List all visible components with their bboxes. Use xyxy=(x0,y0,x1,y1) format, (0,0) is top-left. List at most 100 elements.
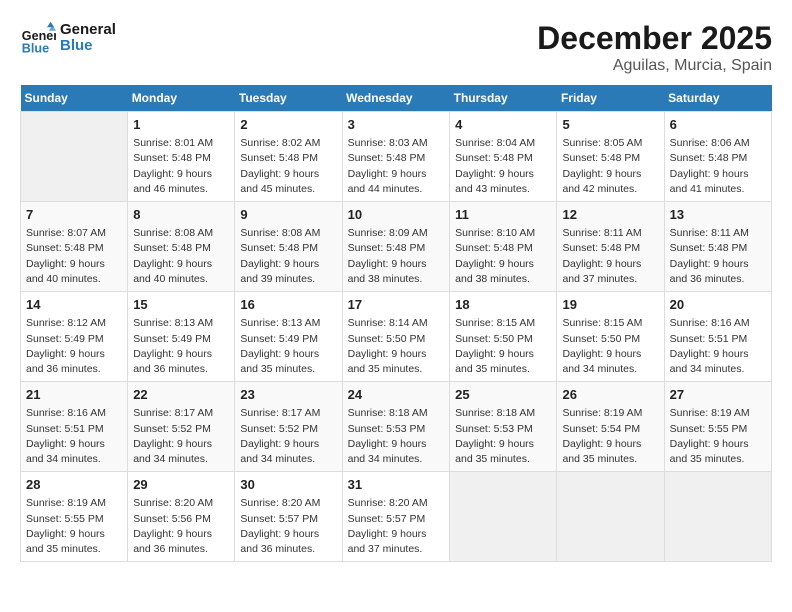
calendar-cell xyxy=(21,112,128,202)
day-info: Sunrise: 8:03 AM Sunset: 5:48 PM Dayligh… xyxy=(348,136,445,197)
calendar-cell: 21 Sunrise: 8:16 AM Sunset: 5:51 PM Dayli… xyxy=(21,382,128,472)
day-number: 21 xyxy=(26,386,122,404)
day-info: Sunrise: 8:05 AM Sunset: 5:48 PM Dayligh… xyxy=(562,136,658,197)
calendar: SundayMondayTuesdayWednesdayThursdayFrid… xyxy=(20,85,772,562)
day-info: Sunrise: 8:15 AM Sunset: 5:50 PM Dayligh… xyxy=(455,316,551,377)
calendar-cell: 15 Sunrise: 8:13 AM Sunset: 5:49 PM Dayli… xyxy=(128,292,235,382)
calendar-header-row: SundayMondayTuesdayWednesdayThursdayFrid… xyxy=(21,85,772,112)
day-info: Sunrise: 8:14 AM Sunset: 5:50 PM Dayligh… xyxy=(348,316,445,377)
logo: General Blue General Blue xyxy=(20,20,116,56)
day-number: 27 xyxy=(670,386,766,404)
calendar-cell: 2 Sunrise: 8:02 AM Sunset: 5:48 PM Daylig… xyxy=(235,112,342,202)
day-number: 3 xyxy=(348,116,445,134)
day-number: 22 xyxy=(133,386,229,404)
day-number: 2 xyxy=(240,116,336,134)
header-friday: Friday xyxy=(557,85,664,112)
svg-text:Blue: Blue xyxy=(22,41,49,55)
header-sunday: Sunday xyxy=(21,85,128,112)
day-number: 6 xyxy=(670,116,766,134)
day-number: 12 xyxy=(562,206,658,224)
day-info: Sunrise: 8:17 AM Sunset: 5:52 PM Dayligh… xyxy=(133,406,229,467)
calendar-cell: 17 Sunrise: 8:14 AM Sunset: 5:50 PM Dayli… xyxy=(342,292,450,382)
day-number: 25 xyxy=(455,386,551,404)
day-info: Sunrise: 8:17 AM Sunset: 5:52 PM Dayligh… xyxy=(240,406,336,467)
calendar-cell: 11 Sunrise: 8:10 AM Sunset: 5:48 PM Dayli… xyxy=(450,202,557,292)
page-header: General Blue General Blue December 2025 … xyxy=(20,20,772,75)
day-info: Sunrise: 8:13 AM Sunset: 5:49 PM Dayligh… xyxy=(240,316,336,377)
day-number: 15 xyxy=(133,296,229,314)
day-number: 1 xyxy=(133,116,229,134)
day-info: Sunrise: 8:16 AM Sunset: 5:51 PM Dayligh… xyxy=(670,316,766,377)
day-info: Sunrise: 8:06 AM Sunset: 5:48 PM Dayligh… xyxy=(670,136,766,197)
calendar-cell: 7 Sunrise: 8:07 AM Sunset: 5:48 PM Daylig… xyxy=(21,202,128,292)
calendar-cell: 28 Sunrise: 8:19 AM Sunset: 5:55 PM Dayli… xyxy=(21,472,128,562)
calendar-week-5: 28 Sunrise: 8:19 AM Sunset: 5:55 PM Dayli… xyxy=(21,472,772,562)
day-number: 29 xyxy=(133,476,229,494)
calendar-cell: 25 Sunrise: 8:18 AM Sunset: 5:53 PM Dayli… xyxy=(450,382,557,472)
month-year: December 2025 xyxy=(537,20,772,57)
day-number: 23 xyxy=(240,386,336,404)
calendar-cell xyxy=(557,472,664,562)
day-number: 26 xyxy=(562,386,658,404)
calendar-cell: 4Sunrise: 8:04 AM Sunset: 5:48 PM Daylig… xyxy=(450,112,557,202)
header-tuesday: Tuesday xyxy=(235,85,342,112)
day-number: 16 xyxy=(240,296,336,314)
day-number: 18 xyxy=(455,296,551,314)
day-number: 10 xyxy=(348,206,445,224)
day-info: Sunrise: 8:12 AM Sunset: 5:49 PM Dayligh… xyxy=(26,316,122,377)
day-number: 11 xyxy=(455,206,551,224)
day-info: Sunrise: 8:01 AM Sunset: 5:48 PM Dayligh… xyxy=(133,136,229,197)
calendar-cell: 29Sunrise: 8:20 AM Sunset: 5:56 PM Dayli… xyxy=(128,472,235,562)
day-number: 13 xyxy=(670,206,766,224)
calendar-cell: 12 Sunrise: 8:11 AM Sunset: 5:48 PM Dayli… xyxy=(557,202,664,292)
day-number: 9 xyxy=(240,206,336,224)
day-info: Sunrise: 8:16 AM Sunset: 5:51 PM Dayligh… xyxy=(26,406,122,467)
day-info: Sunrise: 8:20 AM Sunset: 5:57 PM Dayligh… xyxy=(348,496,445,557)
calendar-cell: 3 Sunrise: 8:03 AM Sunset: 5:48 PM Daylig… xyxy=(342,112,450,202)
day-number: 17 xyxy=(348,296,445,314)
day-info: Sunrise: 8:11 AM Sunset: 5:48 PM Dayligh… xyxy=(670,226,766,287)
title-section: December 2025 Aguilas, Murcia, Spain xyxy=(537,20,772,75)
calendar-cell: 22 Sunrise: 8:17 AM Sunset: 5:52 PM Dayli… xyxy=(128,382,235,472)
header-wednesday: Wednesday xyxy=(342,85,450,112)
header-monday: Monday xyxy=(128,85,235,112)
calendar-cell: 20 Sunrise: 8:16 AM Sunset: 5:51 PM Dayli… xyxy=(664,292,771,382)
day-number: 24 xyxy=(348,386,445,404)
day-info: Sunrise: 8:19 AM Sunset: 5:55 PM Dayligh… xyxy=(26,496,122,557)
day-number: 7 xyxy=(26,206,122,224)
day-number: 28 xyxy=(26,476,122,494)
calendar-cell: 16 Sunrise: 8:13 AM Sunset: 5:49 PM Dayli… xyxy=(235,292,342,382)
calendar-week-2: 7 Sunrise: 8:07 AM Sunset: 5:48 PM Daylig… xyxy=(21,202,772,292)
day-info: Sunrise: 8:15 AM Sunset: 5:50 PM Dayligh… xyxy=(562,316,658,377)
day-number: 19 xyxy=(562,296,658,314)
calendar-cell: 8Sunrise: 8:08 AM Sunset: 5:48 PM Daylig… xyxy=(128,202,235,292)
calendar-cell: 27Sunrise: 8:19 AM Sunset: 5:55 PM Dayli… xyxy=(664,382,771,472)
calendar-cell: 23 Sunrise: 8:17 AM Sunset: 5:52 PM Dayli… xyxy=(235,382,342,472)
day-info: Sunrise: 8:10 AM Sunset: 5:48 PM Dayligh… xyxy=(455,226,551,287)
day-info: Sunrise: 8:02 AM Sunset: 5:48 PM Dayligh… xyxy=(240,136,336,197)
location: Aguilas, Murcia, Spain xyxy=(537,57,772,75)
calendar-cell: 10Sunrise: 8:09 AM Sunset: 5:48 PM Dayli… xyxy=(342,202,450,292)
day-number: 20 xyxy=(670,296,766,314)
day-info: Sunrise: 8:19 AM Sunset: 5:54 PM Dayligh… xyxy=(562,406,658,467)
calendar-cell: 6 Sunrise: 8:06 AM Sunset: 5:48 PM Daylig… xyxy=(664,112,771,202)
day-info: Sunrise: 8:13 AM Sunset: 5:49 PM Dayligh… xyxy=(133,316,229,377)
calendar-cell: 14 Sunrise: 8:12 AM Sunset: 5:49 PM Dayli… xyxy=(21,292,128,382)
day-info: Sunrise: 8:07 AM Sunset: 5:48 PM Dayligh… xyxy=(26,226,122,287)
day-info: Sunrise: 8:18 AM Sunset: 5:53 PM Dayligh… xyxy=(455,406,551,467)
calendar-cell xyxy=(664,472,771,562)
day-info: Sunrise: 8:11 AM Sunset: 5:48 PM Dayligh… xyxy=(562,226,658,287)
logo-line2: Blue xyxy=(60,38,116,55)
calendar-cell: 31Sunrise: 8:20 AM Sunset: 5:57 PM Dayli… xyxy=(342,472,450,562)
calendar-cell: 30Sunrise: 8:20 AM Sunset: 5:57 PM Dayli… xyxy=(235,472,342,562)
day-info: Sunrise: 8:20 AM Sunset: 5:57 PM Dayligh… xyxy=(240,496,336,557)
calendar-cell: 13 Sunrise: 8:11 AM Sunset: 5:48 PM Dayli… xyxy=(664,202,771,292)
day-number: 8 xyxy=(133,206,229,224)
calendar-cell: 5 Sunrise: 8:05 AM Sunset: 5:48 PM Daylig… xyxy=(557,112,664,202)
day-info: Sunrise: 8:18 AM Sunset: 5:53 PM Dayligh… xyxy=(348,406,445,467)
day-number: 14 xyxy=(26,296,122,314)
calendar-cell: 24 Sunrise: 8:18 AM Sunset: 5:53 PM Dayli… xyxy=(342,382,450,472)
day-number: 5 xyxy=(562,116,658,134)
calendar-week-1: 1 Sunrise: 8:01 AM Sunset: 5:48 PM Daylig… xyxy=(21,112,772,202)
logo-icon: General Blue xyxy=(20,20,56,56)
